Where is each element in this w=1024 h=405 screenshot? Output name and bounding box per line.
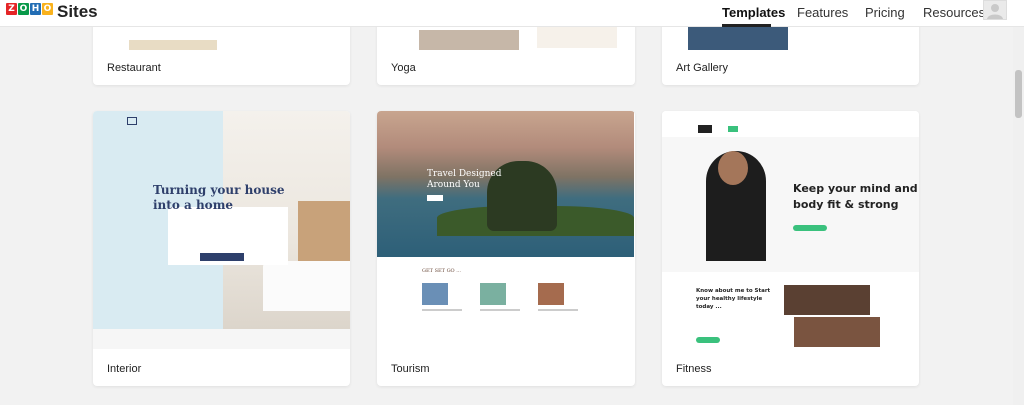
preview-button bbox=[696, 337, 720, 343]
preview-heading-line: body fit & strong bbox=[793, 198, 899, 211]
preview-thumbnail bbox=[538, 283, 564, 305]
preview-bed bbox=[263, 261, 350, 311]
preview-image bbox=[419, 30, 519, 50]
preview-section-heading: Know about me to Start your healthy life… bbox=[696, 287, 770, 311]
top-nav-bar: Z O H O Sites Templates Features Pricing… bbox=[0, 0, 1024, 27]
template-preview: Keep your mind and body fit & strong Kno… bbox=[662, 111, 919, 349]
scrollbar-thumb[interactable] bbox=[1015, 70, 1022, 118]
preview-text-line bbox=[422, 309, 462, 311]
user-icon bbox=[987, 4, 1003, 19]
preview-text-line bbox=[480, 309, 520, 311]
template-name: Fitness bbox=[676, 363, 712, 375]
logo-letter-o2: O bbox=[42, 3, 53, 15]
nav-features[interactable]: Features bbox=[797, 5, 848, 20]
template-preview: Travel Designed Around You GET SET GO ..… bbox=[377, 111, 635, 349]
preview-heading-line: Turning your house bbox=[153, 183, 285, 197]
template-card-fitness[interactable]: Keep your mind and body fit & strong Kno… bbox=[662, 111, 919, 386]
preview-nav-active bbox=[728, 126, 738, 132]
brand-name[interactable]: Sites bbox=[57, 2, 98, 22]
preview-section-line: Know about me to Start bbox=[696, 288, 771, 294]
template-name: Tourism bbox=[391, 363, 430, 375]
user-avatar[interactable] bbox=[983, 0, 1007, 20]
logo-letter-o: O bbox=[18, 3, 29, 15]
preview-thumbnail bbox=[480, 283, 506, 305]
template-name: Yoga bbox=[391, 62, 416, 74]
preview-logo-icon bbox=[127, 117, 137, 125]
preview-heading-line: Travel Designed bbox=[427, 169, 502, 179]
preview-logo-icon bbox=[698, 125, 712, 133]
preview-heading: Keep your mind and body fit & strong bbox=[793, 181, 918, 213]
preview-thumbnail bbox=[422, 283, 448, 305]
template-card-tourism[interactable]: Travel Designed Around You GET SET GO ..… bbox=[377, 111, 635, 386]
preview-heading-line: Around You bbox=[427, 180, 480, 190]
template-name: Interior bbox=[107, 363, 142, 375]
preview-section-line: today ... bbox=[696, 304, 722, 310]
preview-button bbox=[427, 195, 443, 201]
active-nav-indicator bbox=[722, 24, 771, 27]
logo-letter-h: H bbox=[30, 3, 41, 15]
preview-heading-line: into a home bbox=[153, 198, 234, 212]
preview-photo bbox=[784, 285, 870, 315]
template-card-interior[interactable]: Turning your house into a home Interior bbox=[93, 111, 350, 386]
nav-resources[interactable]: Resources bbox=[923, 5, 985, 20]
template-preview: Turning your house into a home bbox=[93, 111, 350, 349]
logo-letter-z: Z bbox=[6, 3, 17, 15]
nav-pricing[interactable]: Pricing bbox=[865, 5, 905, 20]
preview-button bbox=[200, 253, 244, 261]
preview-image bbox=[688, 24, 788, 50]
template-name: Art Gallery bbox=[676, 62, 728, 74]
preview-heading-line: Keep your mind and bbox=[793, 182, 918, 195]
preview-button bbox=[793, 225, 827, 231]
preview-photo bbox=[794, 317, 880, 347]
preview-text-line bbox=[538, 309, 578, 311]
preview-heading: Turning your house into a home bbox=[153, 183, 285, 213]
preview-footer-strip bbox=[93, 329, 350, 349]
preview-section-label: GET SET GO ... bbox=[422, 268, 462, 274]
preview-section-line: your healthy lifestyle bbox=[696, 296, 763, 302]
nav-templates[interactable]: Templates bbox=[722, 5, 785, 20]
preview-heading: Travel Designed Around You bbox=[427, 169, 502, 191]
preview-person-head bbox=[718, 151, 748, 185]
preview-image bbox=[129, 40, 217, 50]
zoho-logo[interactable]: Z O H O bbox=[6, 3, 53, 15]
template-name: Restaurant bbox=[107, 62, 161, 74]
